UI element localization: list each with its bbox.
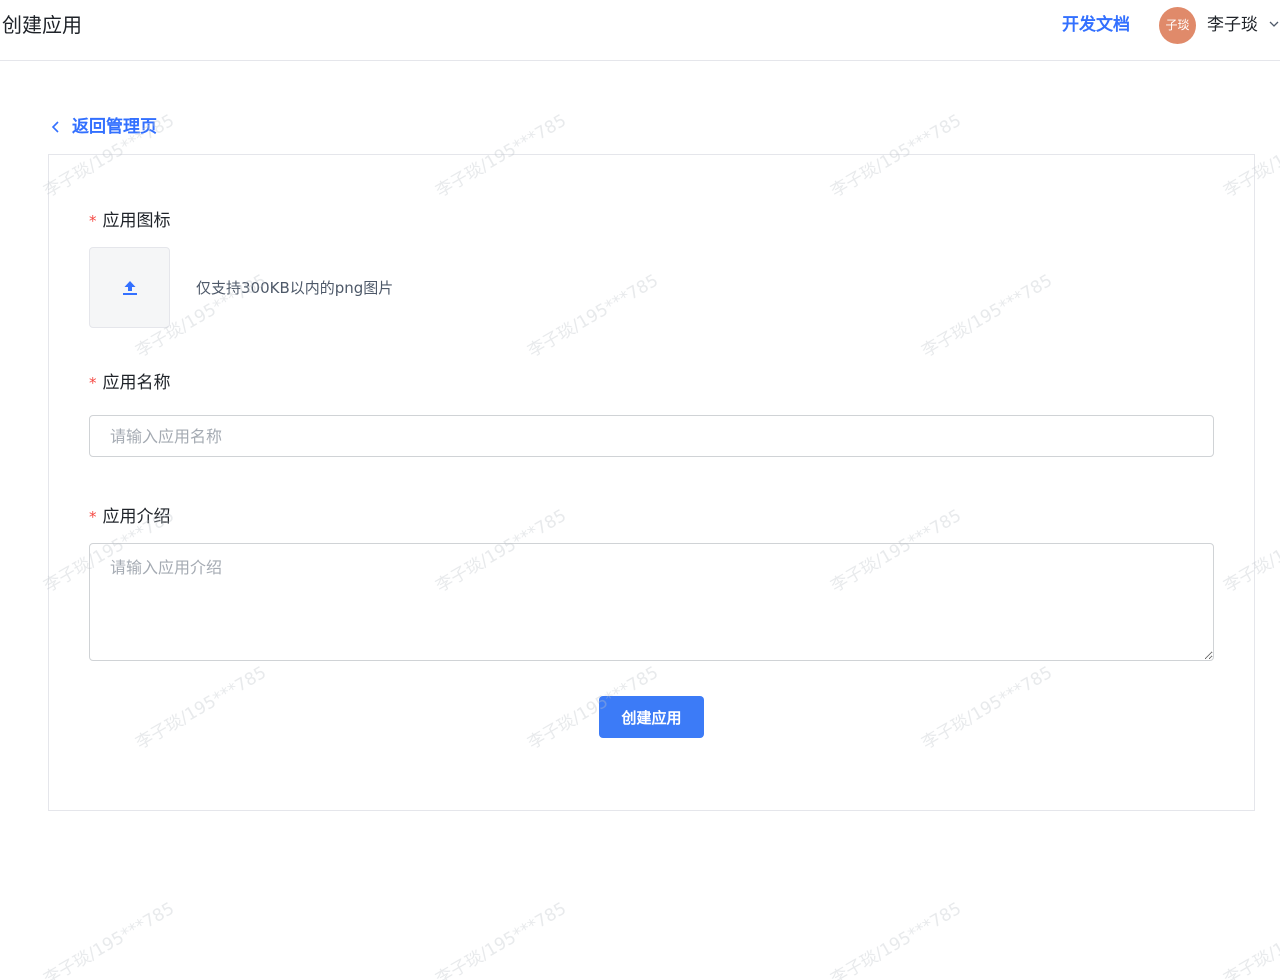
watermark: 李子琰/195***785 (1220, 898, 1280, 980)
chevron-down-icon[interactable] (1268, 18, 1280, 30)
user-name[interactable]: 李子琰 (1207, 13, 1258, 37)
required-mark: * (89, 212, 97, 230)
chevron-left-icon (51, 121, 59, 133)
required-mark: * (89, 374, 97, 392)
watermark: 李子琰/195***785 (40, 898, 178, 980)
icon-upload-hint: 仅支持300KB以内的png图片 (196, 279, 394, 297)
required-mark: * (89, 508, 97, 526)
upload-icon (122, 280, 137, 295)
top-header: 创建应用 开发文档 子琰 李子琰 (0, 0, 1280, 61)
app-name-label: * 应用名称 (89, 371, 171, 395)
app-name-label-text: 应用名称 (102, 373, 171, 393)
avatar[interactable]: 子琰 (1159, 7, 1196, 44)
watermark: 李子琰/195***785 (827, 898, 965, 980)
back-to-management-link[interactable]: 返回管理页 (50, 115, 157, 139)
app-intro-label: * 应用介绍 (89, 505, 171, 529)
icon-upload-button[interactable] (89, 247, 170, 328)
app-icon-label-text: 应用图标 (102, 211, 171, 231)
app-icon-label: * 应用图标 (89, 209, 171, 233)
back-link-label: 返回管理页 (72, 117, 157, 137)
watermark: 李子琰/195***785 (432, 898, 570, 980)
app-name-input[interactable] (89, 415, 1214, 457)
app-intro-label-text: 应用介绍 (102, 507, 171, 527)
dev-docs-link[interactable]: 开发文档 (1062, 13, 1130, 37)
page-title: 创建应用 (2, 13, 82, 37)
app-intro-textarea[interactable] (89, 543, 1214, 661)
create-app-button[interactable]: 创建应用 (599, 696, 704, 738)
